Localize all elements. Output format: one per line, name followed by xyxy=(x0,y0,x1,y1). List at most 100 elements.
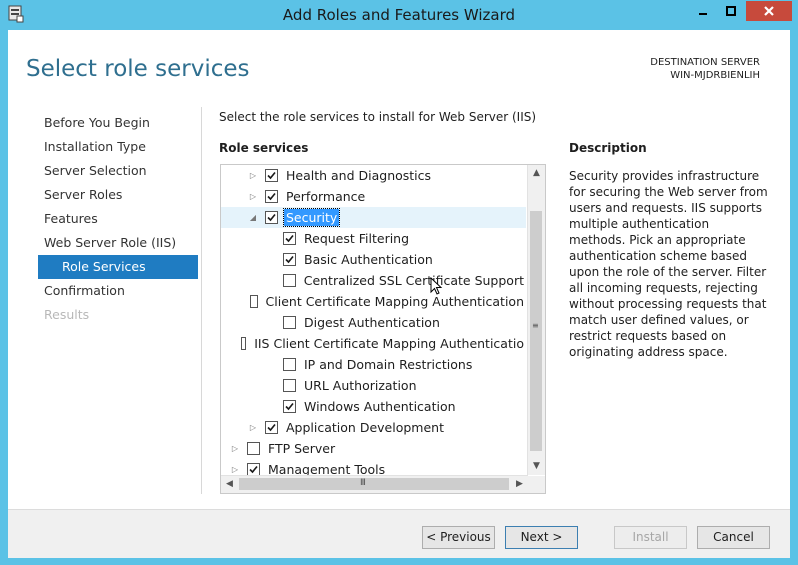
scroll-right-arrow-icon[interactable]: ▶ xyxy=(511,476,528,493)
checkmark-icon xyxy=(267,423,276,432)
tree-rows: ▷ Health and Diagnostics ▷ Performance ◢ Secu… xyxy=(221,165,526,475)
nav-divider xyxy=(201,107,202,494)
role-service-checkbox[interactable] xyxy=(247,463,260,475)
tree-row[interactable]: Request Filtering xyxy=(221,228,526,249)
tree-row[interactable]: Digest Authentication xyxy=(221,312,526,333)
tree-row[interactable]: IP and Domain Restrictions xyxy=(221,354,526,375)
minimize-icon xyxy=(699,13,707,15)
tree-row-label[interactable]: Digest Authentication xyxy=(302,314,442,331)
tree-row-label[interactable]: Security xyxy=(282,208,341,227)
role-service-checkbox[interactable] xyxy=(283,379,296,392)
collapse-arrow-icon[interactable]: ◢ xyxy=(247,213,259,222)
tree-row-label[interactable]: IP and Domain Restrictions xyxy=(302,356,474,373)
next-button[interactable]: Next > xyxy=(505,526,578,549)
tree-row[interactable]: ▷ Application Development xyxy=(221,417,526,438)
role-service-checkbox[interactable] xyxy=(283,358,296,371)
instruction-text: Select the role services to install for … xyxy=(219,110,537,124)
vertical-grip-icon: ≡ xyxy=(532,321,539,330)
horizontal-scroll-thumb[interactable] xyxy=(239,478,509,490)
tree-row[interactable]: IIS Client Certificate Mapping Authentic… xyxy=(221,333,526,354)
destination-label: DESTINATION SERVER xyxy=(650,57,760,68)
role-services-tree[interactable]: ▷ Health and Diagnostics ▷ Performance ◢ Secu… xyxy=(220,164,546,494)
tree-row[interactable]: ◢ Security xyxy=(221,207,526,228)
nav-item-web-server-role-iis[interactable]: Web Server Role (IIS) xyxy=(38,231,198,255)
nav-item-confirmation[interactable]: Confirmation xyxy=(38,279,198,303)
tree-row-label[interactable]: Performance xyxy=(284,188,367,205)
role-service-checkbox[interactable] xyxy=(283,316,296,329)
tree-row-label[interactable]: Centralized SSL Certificate Support xyxy=(302,272,526,289)
nav-item-installation-type[interactable]: Installation Type xyxy=(38,135,198,159)
title-bar[interactable]: Add Roles and Features Wizard xyxy=(0,0,798,30)
nav-item-role-services[interactable]: Role Services xyxy=(38,255,198,279)
role-service-checkbox[interactable] xyxy=(283,253,296,266)
nav-item-results: Results xyxy=(44,307,90,322)
tree-row-label[interactable]: URL Authorization xyxy=(302,377,419,394)
tree-row-label[interactable]: Health and Diagnostics xyxy=(284,167,433,184)
nav-item-features[interactable]: Features xyxy=(38,207,198,231)
role-service-checkbox[interactable] xyxy=(265,421,278,434)
tree-row[interactable]: Windows Authentication xyxy=(221,396,526,417)
scrollbar-corner xyxy=(528,476,545,493)
checkmark-icon xyxy=(267,213,276,222)
role-service-checkbox[interactable] xyxy=(247,442,260,455)
tree-row[interactable]: Basic Authentication xyxy=(221,249,526,270)
tree-row[interactable]: ▷ Management Tools xyxy=(221,459,526,475)
tree-row-label[interactable]: Management Tools xyxy=(266,461,387,475)
tree-row[interactable]: ▷ Health and Diagnostics xyxy=(221,165,526,186)
tree-row[interactable]: Client Certificate Mapping Authenticatio… xyxy=(221,291,526,312)
scroll-down-arrow-icon[interactable]: ▼ xyxy=(528,458,545,475)
vertical-scroll-thumb[interactable] xyxy=(530,211,542,451)
tree-row-label[interactable]: Basic Authentication xyxy=(302,251,435,268)
role-service-checkbox[interactable] xyxy=(265,169,278,182)
nav-item-server-selection[interactable]: Server Selection xyxy=(38,159,198,183)
close-icon xyxy=(764,6,774,16)
destination-server-name: WIN-MJDRBIENLIH xyxy=(670,70,760,81)
window-title: Add Roles and Features Wizard xyxy=(282,6,516,24)
checkmark-icon xyxy=(267,192,276,201)
wizard-client-area: Select role services DESTINATION SERVER … xyxy=(8,30,790,558)
role-service-checkbox[interactable] xyxy=(250,295,258,308)
close-button[interactable] xyxy=(746,1,792,21)
role-service-checkbox[interactable] xyxy=(240,337,247,350)
tree-row-label[interactable]: IIS Client Certificate Mapping Authentic… xyxy=(252,335,526,352)
cancel-button[interactable]: Cancel xyxy=(697,526,770,549)
minimize-button[interactable] xyxy=(690,1,716,21)
nav-item-server-roles[interactable]: Server Roles xyxy=(38,183,198,207)
role-service-checkbox[interactable] xyxy=(283,400,296,413)
expand-arrow-icon[interactable]: ▷ xyxy=(229,444,241,453)
role-service-checkbox[interactable] xyxy=(265,211,278,224)
checkmark-icon xyxy=(285,255,294,264)
role-service-checkbox[interactable] xyxy=(265,190,278,203)
tree-row[interactable]: ▷ FTP Server xyxy=(221,438,526,459)
checkmark-icon xyxy=(267,171,276,180)
nav-item-before-you-begin[interactable]: Before You Begin xyxy=(38,111,198,135)
previous-button[interactable]: < Previous xyxy=(422,526,495,549)
role-service-checkbox[interactable] xyxy=(283,232,296,245)
expand-arrow-icon[interactable]: ▷ xyxy=(247,171,259,180)
mouse-cursor-icon xyxy=(430,277,443,295)
expand-arrow-icon[interactable]: ▷ xyxy=(247,423,259,432)
tree-row-label[interactable]: Windows Authentication xyxy=(302,398,458,415)
tree-row[interactable]: Centralized SSL Certificate Support xyxy=(221,270,526,291)
role-service-checkbox[interactable] xyxy=(282,274,296,287)
description-text: Security provides infrastructure for sec… xyxy=(569,169,768,359)
maximize-icon xyxy=(726,6,736,16)
horizontal-scrollbar[interactable]: ◀ III ▶ xyxy=(221,475,528,493)
tree-row[interactable]: URL Authorization xyxy=(221,375,526,396)
scroll-up-arrow-icon[interactable]: ▲ xyxy=(528,165,545,182)
tree-row-label[interactable]: FTP Server xyxy=(266,440,337,457)
role-services-heading: Role services xyxy=(219,141,309,155)
page-title: Select role services xyxy=(26,56,250,82)
tree-row-label[interactable]: Application Development xyxy=(284,419,446,436)
tree-row-label[interactable]: Client Certificate Mapping Authenticatio… xyxy=(264,293,526,310)
vertical-scrollbar[interactable]: ▲ ≡ ▼ xyxy=(527,165,545,475)
install-button[interactable]: Install xyxy=(614,526,687,549)
expand-arrow-icon[interactable]: ▷ xyxy=(229,465,241,474)
expand-arrow-icon[interactable]: ▷ xyxy=(247,192,259,201)
tree-row[interactable]: ▷ Performance xyxy=(221,186,526,207)
maximize-button[interactable] xyxy=(718,1,744,21)
checkmark-icon xyxy=(249,465,258,474)
scroll-left-arrow-icon[interactable]: ◀ xyxy=(221,476,238,493)
tree-row-label[interactable]: Request Filtering xyxy=(302,230,411,247)
wizard-navigation: Before You Begin Installation Type Server … xyxy=(38,111,198,327)
